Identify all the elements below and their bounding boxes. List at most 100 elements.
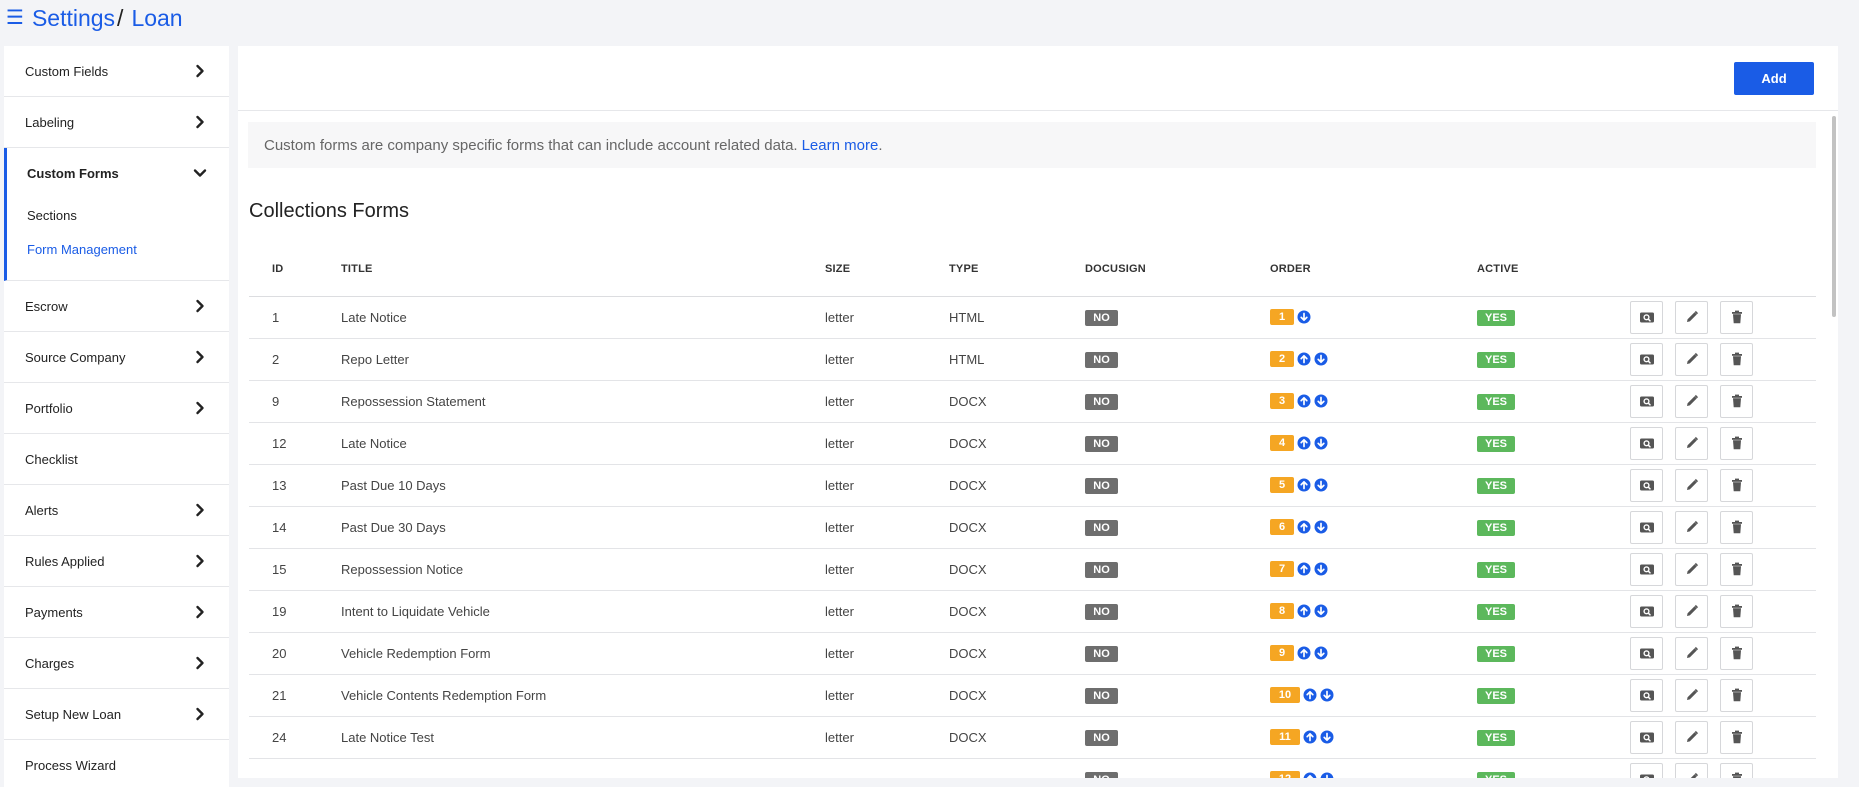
preview-button[interactable]	[1630, 300, 1663, 334]
delete-button[interactable]	[1720, 762, 1753, 778]
move-down-icon[interactable]	[1320, 688, 1334, 702]
delete-button[interactable]	[1720, 468, 1753, 502]
preview-button[interactable]	[1630, 594, 1663, 628]
cell-size: letter	[825, 506, 949, 549]
sidebar-item-charges[interactable]: Charges	[4, 638, 229, 689]
column-header-title[interactable]: TITLE	[341, 242, 825, 297]
move-down-icon[interactable]	[1320, 772, 1334, 778]
preview-button[interactable]	[1630, 510, 1663, 544]
add-button[interactable]: Add	[1734, 62, 1814, 95]
sidebar-item-escrow[interactable]: Escrow	[4, 281, 229, 332]
delete-button[interactable]	[1720, 720, 1753, 754]
move-down-icon[interactable]	[1314, 646, 1328, 660]
delete-button[interactable]	[1720, 510, 1753, 544]
sidebar-item-rules-applied[interactable]: Rules Applied	[4, 536, 229, 587]
move-up-icon[interactable]	[1303, 772, 1317, 778]
move-down-icon[interactable]	[1314, 562, 1328, 576]
edit-button[interactable]	[1675, 678, 1708, 712]
delete-button[interactable]	[1720, 636, 1753, 670]
delete-button[interactable]	[1720, 552, 1753, 586]
preview-button[interactable]	[1630, 342, 1663, 376]
sidebar-item-custom-fields[interactable]: Custom Fields	[4, 46, 229, 97]
move-up-icon[interactable]	[1297, 478, 1311, 492]
move-up-icon[interactable]	[1297, 562, 1311, 576]
cell-order: 10	[1270, 674, 1477, 717]
sidebar-item-process-wizard[interactable]: Process Wizard	[4, 740, 229, 787]
preview-button[interactable]	[1630, 552, 1663, 586]
move-up-icon[interactable]	[1297, 436, 1311, 450]
learn-more-link[interactable]: Learn more	[802, 137, 879, 154]
column-header-id[interactable]: ID	[249, 242, 341, 297]
hamburger-icon[interactable]: ☰	[6, 8, 24, 28]
edit-button[interactable]	[1675, 510, 1708, 544]
move-up-icon[interactable]	[1297, 646, 1311, 660]
move-up-icon[interactable]	[1303, 688, 1317, 702]
delete-button[interactable]	[1720, 384, 1753, 418]
delete-button[interactable]	[1720, 300, 1753, 334]
preview-button[interactable]	[1630, 720, 1663, 754]
table-row: 19 Intent to Liquidate Vehicle letter DOCX N…	[249, 590, 1816, 633]
column-header-size[interactable]: SIZE	[825, 242, 949, 297]
cell-order: 9	[1270, 632, 1477, 675]
column-header-order[interactable]: ORDER	[1270, 242, 1477, 297]
delete-button[interactable]	[1720, 594, 1753, 628]
delete-button[interactable]	[1720, 426, 1753, 460]
move-up-icon[interactable]	[1297, 604, 1311, 618]
sidebar-item-payments[interactable]: Payments	[4, 587, 229, 638]
move-down-icon[interactable]	[1314, 394, 1328, 408]
move-up-icon[interactable]	[1297, 352, 1311, 366]
move-down-icon[interactable]	[1320, 730, 1334, 744]
sidebar-item-portfolio[interactable]: Portfolio	[4, 383, 229, 434]
delete-button[interactable]	[1720, 342, 1753, 376]
preview-button[interactable]	[1630, 426, 1663, 460]
sidebar-item-setup-new-loan[interactable]: Setup New Loan	[4, 689, 229, 740]
cell-order: 1	[1270, 296, 1477, 339]
column-header-type[interactable]: TYPE	[949, 242, 1085, 297]
sidebar-item-labeling[interactable]: Labeling	[4, 97, 229, 148]
content-scroll-area[interactable]: Custom forms are company specific forms …	[238, 112, 1838, 778]
edit-button[interactable]	[1675, 762, 1708, 778]
move-up-icon[interactable]	[1297, 520, 1311, 534]
move-down-icon[interactable]	[1314, 520, 1328, 534]
move-down-icon[interactable]	[1314, 352, 1328, 366]
table-row: 20 Vehicle Redemption Form letter DOCX NO 9 YE…	[249, 632, 1816, 675]
cell-docusign: NO	[1085, 758, 1270, 778]
delete-button[interactable]	[1720, 678, 1753, 712]
edit-button[interactable]	[1675, 552, 1708, 586]
edit-button[interactable]	[1675, 636, 1708, 670]
column-header-docusign[interactable]: DOCUSIGN	[1085, 242, 1270, 297]
sidebar-item-source-company[interactable]: Source Company	[4, 332, 229, 383]
preview-button[interactable]	[1630, 384, 1663, 418]
sidebar-subitem-sections[interactable]: Sections	[7, 198, 229, 232]
move-down-icon[interactable]	[1314, 604, 1328, 618]
docusign-badge: NO	[1085, 603, 1118, 620]
edit-button[interactable]	[1675, 342, 1708, 376]
edit-button[interactable]	[1675, 468, 1708, 502]
edit-button[interactable]	[1675, 720, 1708, 754]
preview-button[interactable]	[1630, 636, 1663, 670]
cell-size: letter	[825, 296, 949, 339]
edit-button[interactable]	[1675, 300, 1708, 334]
cell-type: DOCX	[949, 422, 1085, 465]
sidebar-item-checklist[interactable]: Checklist	[4, 434, 229, 485]
move-up-icon[interactable]	[1303, 730, 1317, 744]
sidebar-item-label: Alerts	[25, 502, 59, 518]
sidebar-subitem-form-management[interactable]: Form Management	[7, 232, 229, 266]
edit-button[interactable]	[1675, 594, 1708, 628]
preview-button[interactable]	[1630, 762, 1663, 778]
move-down-icon[interactable]	[1314, 436, 1328, 450]
breadcrumb-settings[interactable]: Settings	[32, 5, 115, 32]
preview-button[interactable]	[1630, 678, 1663, 712]
move-down-icon[interactable]	[1314, 478, 1328, 492]
edit-button[interactable]	[1675, 426, 1708, 460]
preview-icon	[1639, 773, 1655, 778]
preview-button[interactable]	[1630, 468, 1663, 502]
sidebar-item-custom-forms[interactable]: Custom Forms	[7, 148, 229, 198]
cell-active: YES	[1477, 464, 1630, 507]
column-header-active[interactable]: ACTIVE	[1477, 242, 1630, 297]
sidebar-item-alerts[interactable]: Alerts	[4, 485, 229, 536]
vertical-scrollbar[interactable]	[1832, 116, 1836, 317]
move-down-icon[interactable]	[1297, 310, 1311, 324]
move-up-icon[interactable]	[1297, 394, 1311, 408]
edit-button[interactable]	[1675, 384, 1708, 418]
